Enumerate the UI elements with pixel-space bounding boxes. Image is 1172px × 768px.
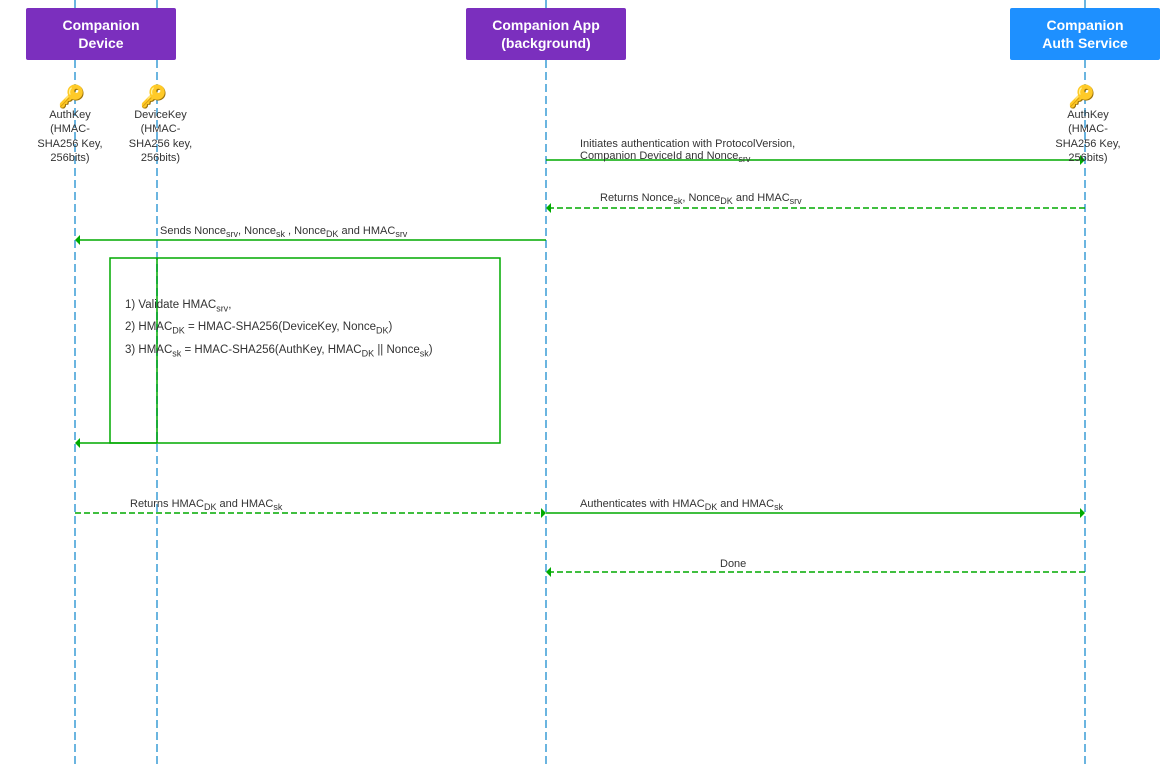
actor-companion-device: CompanionDevice [26,8,176,60]
msg5-label: Returns HMACDK and HMACsk [130,498,282,512]
authkey-right-label: AuthKey(HMAC-SHA256 Key,256bits) [1048,108,1128,165]
msg3-label: Sends Noncesrv, Noncesk , NonceDK and HM… [160,225,407,239]
authkey-left-label: AuthKey(HMAC-SHA256 Key,256bits) [30,108,110,165]
msg7-label: Done [720,558,746,570]
msg6-label: Authenticates with HMACDK and HMACsk [580,498,783,512]
msg2-label: Returns Noncesk, NonceDK and HMACsrv [600,192,802,206]
msg1-label: Initiates authentication with ProtocolVe… [580,138,795,164]
sequence-diagram: CompanionDevice Companion App(background… [0,0,1172,768]
authkey-left-icon: 🔑 [58,84,85,110]
actor-companion-app: Companion App(background) [466,8,626,60]
devicekey-icon: 🔑 [140,84,167,110]
actor-companion-auth: CompanionAuth Service [1010,8,1160,60]
computation-content: 1) Validate HMACsrv, 2) HMACDK = HMAC-SH… [125,295,495,362]
authkey-right-icon: 🔑 [1068,84,1095,110]
devicekey-label: DeviceKey(HMAC-SHA256 key,256bits) [118,108,203,165]
